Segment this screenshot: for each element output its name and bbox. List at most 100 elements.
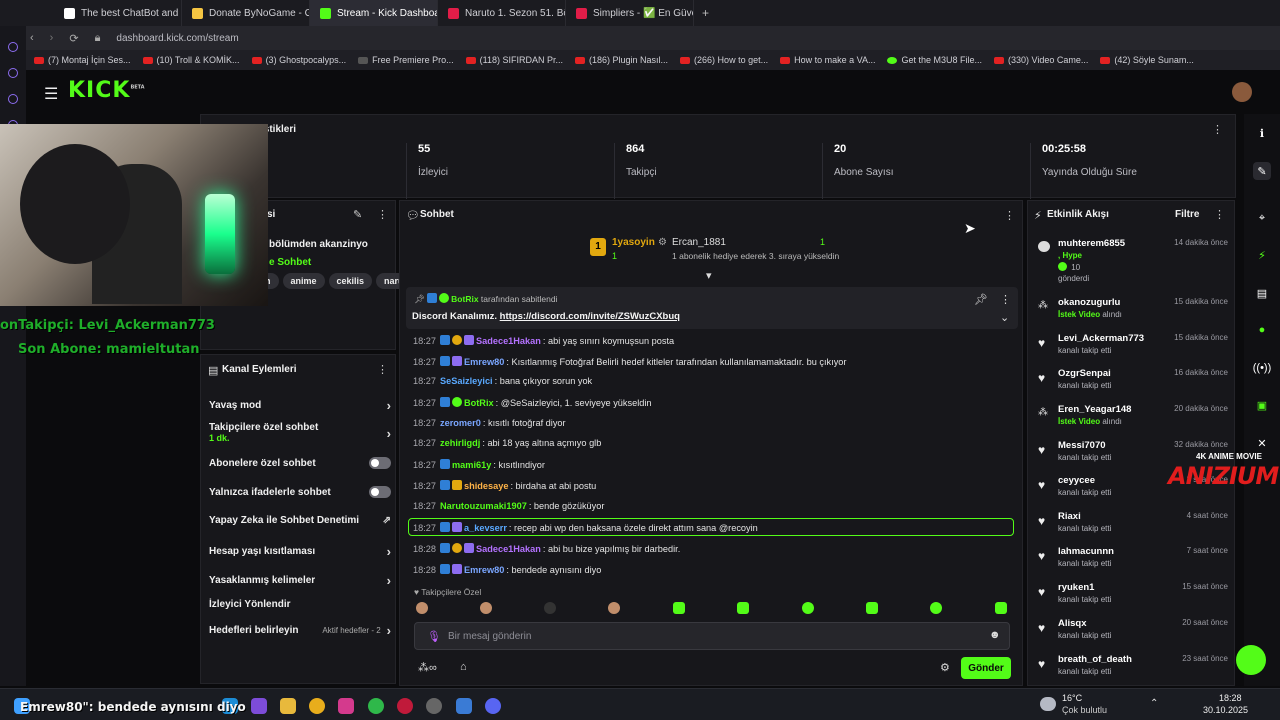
- chat-input[interactable]: 🎙︎ Bir mesaj gönderin ☻: [414, 622, 1010, 650]
- tab-naruto[interactable]: Naruto 1. Sezon 51. Bölüm: [438, 0, 566, 26]
- subscribers-only-toggle[interactable]: [369, 457, 391, 469]
- action-followers-only[interactable]: Takipçilere özel sohbet 1 dk. ›: [209, 422, 391, 444]
- avatar[interactable]: [1232, 82, 1252, 102]
- bookmark[interactable]: (10) Troll & KOMİK...: [142, 55, 240, 65]
- tab-chatbot[interactable]: The best ChatBot and Wi: [54, 0, 182, 26]
- emotes-only-toggle[interactable]: [369, 486, 391, 498]
- chat-message[interactable]: 18:27 a_kevserr: recep abi wp den baksana…: [413, 522, 758, 533]
- discord-icon[interactable]: [485, 698, 501, 714]
- microphone-icon[interactable]: 🎙︎: [427, 630, 441, 643]
- new-tab-button[interactable]: +: [694, 6, 717, 20]
- copilot-icon[interactable]: [251, 698, 267, 714]
- emote[interactable]: [802, 602, 814, 614]
- action-emotes-only[interactable]: Yalnızca ifadelerle sohbet: [209, 486, 391, 498]
- emote[interactable]: [673, 602, 685, 614]
- emote[interactable]: [480, 602, 492, 614]
- tab-simpliers[interactable]: Simpliers - ✅ En Güvenil: [566, 0, 694, 26]
- tools-icon[interactable]: ✕: [1253, 434, 1271, 452]
- capture-icon[interactable]: ⌖: [1253, 209, 1271, 227]
- bookmark[interactable]: How to make a VA...: [780, 55, 875, 65]
- action-goals[interactable]: Hedefleri belirleyin Aktif hedefler - 2 ›: [209, 623, 391, 638]
- reload-icon[interactable]: ⟳: [69, 32, 78, 45]
- chat-message[interactable]: 18:27 zeromer0: kısıtlı fotoğraf diyor: [413, 418, 566, 428]
- chat-message[interactable]: 18:27 shidesaye: birdaha at abi postu: [413, 480, 596, 491]
- bookmark[interactable]: (266) How to get...: [680, 55, 768, 65]
- more-icon[interactable]: ⋮: [1212, 123, 1223, 136]
- chat-message[interactable]: 18:27 Sadece1Hakan: abi yaş sınırı koymuş…: [413, 335, 674, 346]
- instagram-icon[interactable]: [338, 698, 354, 714]
- clock-time[interactable]: 18:28: [1219, 693, 1242, 703]
- emote[interactable]: [737, 602, 749, 614]
- sidebar-icon[interactable]: [8, 94, 18, 104]
- opera-icon[interactable]: [397, 698, 413, 714]
- tag[interactable]: cekilis: [328, 273, 373, 289]
- action-host[interactable]: İzleyici Yönlendir: [209, 599, 391, 610]
- chat-message[interactable]: 18:28 Emrew80: bendede aynısını diyo: [413, 564, 601, 575]
- app-icon[interactable]: [426, 698, 442, 714]
- chat-message[interactable]: 18:27 SeSaizleyici: bana çıkıyor sorun yo…: [413, 376, 592, 386]
- bookmark[interactable]: (3) Ghostpocalyps...: [251, 55, 346, 65]
- chat-message[interactable]: 18:27 zehirligdj: abi 18 yaş altına açmıy…: [413, 438, 601, 448]
- leader-name-2[interactable]: Ercan_1881: [672, 237, 726, 248]
- chevron-down-icon[interactable]: ⌄: [1000, 311, 1009, 324]
- bookmark[interactable]: Free Premiere Pro...: [358, 55, 454, 65]
- chat-message[interactable]: 18:27 BotRix: @SeSaizleyici, 1. seviyeye …: [413, 397, 652, 408]
- more-icon[interactable]: ⋮: [1004, 209, 1015, 222]
- chat-icon[interactable]: ●: [1253, 321, 1271, 339]
- infinity-icon[interactable]: ⁂∞: [418, 661, 437, 674]
- url-field[interactable]: dashboard.kick.com/stream: [116, 33, 238, 44]
- chat-message[interactable]: 18:27 mami61y: kısıtlındiyor: [413, 459, 545, 470]
- emoji-icon[interactable]: ☻: [989, 629, 1001, 641]
- action-ai-moderation[interactable]: Yapay Zeka ile Sohbet Denetimi ⇗: [209, 515, 391, 526]
- action-slow-mode[interactable]: Yavaş mod ›: [209, 398, 391, 413]
- settings-gear-icon[interactable]: ⚙: [940, 661, 950, 674]
- tab-donate[interactable]: Donate ByNoGame - Gelir: [182, 0, 310, 26]
- more-icon[interactable]: ⋮: [1214, 208, 1225, 221]
- broadcast-icon[interactable]: ((•)): [1253, 359, 1272, 377]
- action-subscribers-only[interactable]: Abonelere özel sohbet: [209, 457, 391, 469]
- bookmark[interactable]: (7) Montaj İçin Ses...: [34, 55, 131, 65]
- clipboard-icon[interactable]: ▤: [1253, 284, 1271, 302]
- bookmark[interactable]: (42) Söyle Sunam...: [1100, 55, 1194, 65]
- emote[interactable]: [416, 602, 428, 614]
- emote[interactable]: [608, 602, 620, 614]
- more-icon[interactable]: ⋮: [377, 208, 388, 221]
- forward-icon[interactable]: ›: [50, 32, 54, 44]
- pin-icon[interactable]: 📌︎: [974, 293, 988, 306]
- edit-icon[interactable]: ✎: [1253, 162, 1271, 180]
- layout-icon[interactable]: ▣: [1253, 396, 1271, 414]
- more-icon[interactable]: ⋮: [377, 363, 388, 376]
- action-banned-words[interactable]: Yasaklanmış kelimeler ›: [209, 573, 391, 588]
- tag[interactable]: anime: [282, 273, 325, 289]
- edit-icon[interactable]: ✎: [353, 208, 362, 221]
- menu-icon[interactable]: ☰: [44, 84, 58, 104]
- chat-message[interactable]: 18:28 Sadece1Hakan: abi bu bize yapılmış …: [413, 543, 680, 554]
- chevron-up-icon[interactable]: ⌃: [1150, 698, 1158, 709]
- explorer-icon[interactable]: [280, 698, 296, 714]
- whatsapp-icon[interactable]: [368, 698, 384, 714]
- kick-logo[interactable]: KICKBETA: [68, 78, 145, 103]
- chat-message[interactable]: 18:27 Narutouzumaki1907: bende gözüküyor: [413, 501, 604, 511]
- back-icon[interactable]: ‹: [30, 32, 34, 44]
- emote[interactable]: [544, 602, 556, 614]
- more-icon[interactable]: ⋮: [1000, 293, 1011, 306]
- action-account-age[interactable]: Hesap yaşı kısıtlaması ›: [209, 544, 391, 559]
- store-icon[interactable]: ⌂: [460, 661, 467, 673]
- leader-name[interactable]: 1yasoyin: [612, 237, 655, 248]
- bookmark[interactable]: (118) SIFIRDAN Pr...: [465, 55, 563, 65]
- support-chat-button[interactable]: [1236, 645, 1266, 675]
- lightning-icon[interactable]: ⚡︎: [1253, 246, 1271, 264]
- sidebar-icon[interactable]: [8, 68, 18, 78]
- tab-kick-dashboard[interactable]: Stream - Kick Dashboard: [310, 0, 438, 26]
- chat-message[interactable]: 18:27 Emrew80: Kısıtlanmış Fotoğraf Belir…: [413, 356, 846, 367]
- filter-button[interactable]: Filtre: [1175, 209, 1199, 220]
- collapse-icon[interactable]: ▾: [706, 269, 712, 282]
- emote[interactable]: [930, 602, 942, 614]
- chrome-icon[interactable]: [309, 698, 325, 714]
- emote[interactable]: [995, 602, 1007, 614]
- bookmark[interactable]: (186) Plugin Nasıl...: [575, 55, 668, 65]
- bookmark[interactable]: (330) Video Came...: [994, 55, 1088, 65]
- sidebar-icon[interactable]: [8, 42, 18, 52]
- discord-link[interactable]: https://discord.com/invite/ZSWuzCXbuq: [500, 311, 680, 322]
- clock-date[interactable]: 30.10.2025: [1203, 705, 1248, 715]
